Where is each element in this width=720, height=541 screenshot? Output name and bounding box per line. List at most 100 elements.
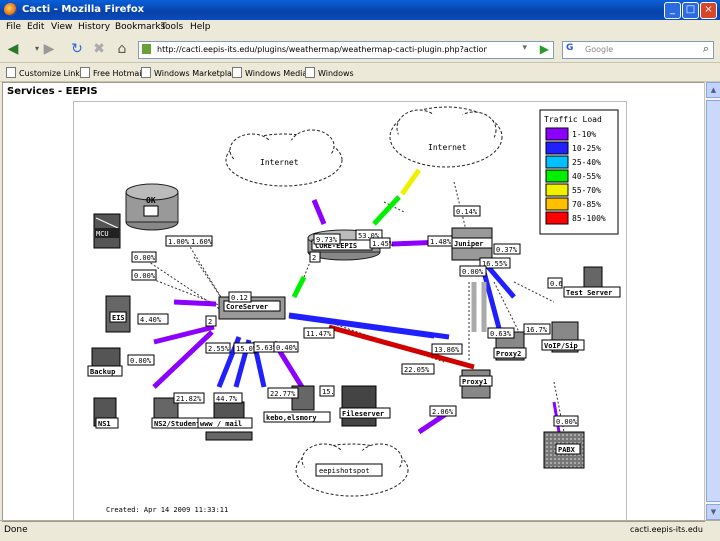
- node-ok-label: OK: [146, 196, 156, 205]
- menu-bar: File Edit View History Bookmarks Tools H…: [0, 20, 720, 36]
- node-coreserver-label: CoreServer: [226, 303, 268, 311]
- node-voipsip-label: VoIP/Sip: [544, 342, 578, 350]
- bookmark-item[interactable]: Windows Marketplace: [141, 67, 241, 78]
- bookmark-icon: [305, 67, 315, 78]
- scroll-thumb[interactable]: [706, 100, 720, 502]
- menu-file[interactable]: File: [6, 22, 21, 32]
- link-label: 0.6: [550, 280, 563, 288]
- node-fileserver[interactable]: Fileserver: [339, 385, 391, 427]
- flow-arrow: [372, 195, 401, 226]
- link-label: 2.06%: [432, 408, 454, 416]
- flow-arrow: [311, 199, 327, 225]
- link-label: 16.7%: [526, 326, 548, 334]
- scroll-up-icon[interactable]: ▲: [706, 82, 720, 98]
- legend-label: 25-40%: [572, 158, 601, 167]
- menu-tools[interactable]: Tools: [161, 22, 183, 32]
- legend-label: 40-55%: [572, 172, 601, 181]
- reload-icon[interactable]: ↻: [68, 40, 86, 58]
- cloud-internet-2-label: Internet: [428, 143, 467, 152]
- node-proxy1-label: Proxy1: [462, 378, 487, 386]
- link-label: 1.45%: [372, 240, 394, 248]
- link-label: 1.48%: [430, 238, 452, 246]
- link-label: 0.12: [231, 294, 248, 302]
- menu-view[interactable]: View: [51, 22, 72, 32]
- legend-swatch: [545, 183, 569, 197]
- firefox-icon: [4, 3, 17, 16]
- bookmark-item[interactable]: Windows Media: [232, 67, 307, 78]
- home-icon[interactable]: ⌂: [113, 40, 131, 58]
- url-dropdown-icon[interactable]: ▾: [522, 43, 527, 53]
- link-label: 0.37%: [496, 246, 518, 254]
- link-label: 2.55%: [208, 345, 230, 353]
- search-icon[interactable]: ⌕: [703, 42, 709, 56]
- node-test-server[interactable]: Test Server: [563, 266, 621, 298]
- stop-icon[interactable]: ✖: [90, 40, 108, 58]
- menu-bookmarks[interactable]: Bookmarks: [115, 22, 165, 32]
- node-eis-label: EIS: [112, 314, 125, 322]
- node-juniper[interactable]: Juniper: [451, 227, 493, 261]
- node-ns1-label: NS1: [98, 420, 111, 428]
- legend-label: 55-70%: [572, 186, 601, 195]
- url-bar[interactable]: http://cacti.eepis-its.edu/plugins/weath…: [138, 41, 554, 59]
- vertical-scrollbar[interactable]: ▲ ▼: [704, 82, 720, 520]
- link-label: 0.00%: [556, 418, 578, 426]
- link-label: 0.00%: [134, 254, 156, 262]
- bookmark-item[interactable]: Customize Links: [6, 67, 84, 78]
- node-pabx[interactable]: PABX: [543, 431, 585, 469]
- minimize-button[interactable]: _: [664, 2, 681, 19]
- node-fileserver-label: Fileserver: [342, 410, 384, 418]
- weathermap: Internet Internet OK MCU CORE-EEPIS Juni…: [73, 101, 627, 521]
- url-text: http://cacti.eepis-its.edu/plugins/weath…: [157, 45, 487, 54]
- cloud-hotspot-label: eepishotspot: [319, 467, 370, 475]
- maximize-button[interactable]: □: [682, 2, 699, 19]
- site-icon: [142, 44, 151, 54]
- bookmark-item[interactable]: Free Hotmail: [80, 67, 144, 78]
- bookmark-item[interactable]: Windows: [305, 67, 354, 78]
- link-label: 4.40%: [140, 316, 162, 324]
- node-www-mail[interactable]: www / mail: [197, 401, 253, 441]
- link-label: 22.77%: [270, 390, 296, 398]
- link-label: 0.00%: [462, 268, 484, 276]
- link-label: 0.14%: [456, 208, 478, 216]
- traffic-legend: Traffic Load 1-10% 10-25% 25-40% 40-55% 55-7…: [539, 109, 619, 235]
- close-button[interactable]: ×: [700, 2, 717, 19]
- link-label: 22.05%: [404, 366, 430, 374]
- link-label: 0.63%: [490, 330, 512, 338]
- status-text: Done: [4, 525, 28, 535]
- node-proxy1[interactable]: Proxy1: [459, 369, 493, 399]
- back-icon[interactable]: ◀: [4, 40, 22, 58]
- router-ok[interactable]: OK: [125, 183, 179, 231]
- window-titlebar: Cacti - Mozilla Firefox _ □ ×: [0, 0, 720, 20]
- node-www-mail-label: www / mail: [200, 420, 242, 428]
- node-pabx-label: PABX: [558, 446, 576, 454]
- menu-edit[interactable]: Edit: [27, 22, 44, 32]
- menu-history[interactable]: History: [78, 22, 110, 32]
- link-label: 11.47%: [306, 330, 332, 338]
- legend-swatch: [545, 197, 569, 211]
- link-label: 9.73%: [316, 236, 338, 244]
- legend-swatch: [545, 211, 569, 225]
- google-icon[interactable]: G: [566, 43, 579, 55]
- search-input[interactable]: G Google ⌕: [562, 41, 714, 59]
- link-label: 1.00%: [168, 238, 190, 246]
- legend-swatch: [545, 169, 569, 183]
- window-title: Cacti - Mozilla Firefox: [22, 4, 145, 15]
- page-title: Services - EEPIS: [7, 86, 98, 97]
- node-ns1[interactable]: NS1: [93, 397, 119, 429]
- scroll-down-icon[interactable]: ▼: [706, 504, 720, 520]
- node-backup[interactable]: Backup: [87, 347, 123, 377]
- node-proxy2-label: Proxy2: [496, 350, 521, 358]
- go-icon[interactable]: ▶: [540, 42, 549, 56]
- flow-arrow: [399, 168, 422, 196]
- forward-icon[interactable]: ▶: [40, 40, 58, 58]
- link-label: 13.86%: [434, 346, 460, 354]
- node-eis[interactable]: EIS: [105, 295, 131, 333]
- node-mcu[interactable]: MCU: [93, 213, 121, 249]
- node-ns2-label: NS2/Student: [154, 420, 200, 428]
- legend-title: Traffic Load: [544, 115, 602, 124]
- link-label: 2: [208, 318, 212, 326]
- menu-help[interactable]: Help: [190, 22, 211, 32]
- search-placeholder: Google: [585, 45, 614, 54]
- legend-swatch: [545, 141, 569, 155]
- link-label: 0.00%: [130, 357, 152, 365]
